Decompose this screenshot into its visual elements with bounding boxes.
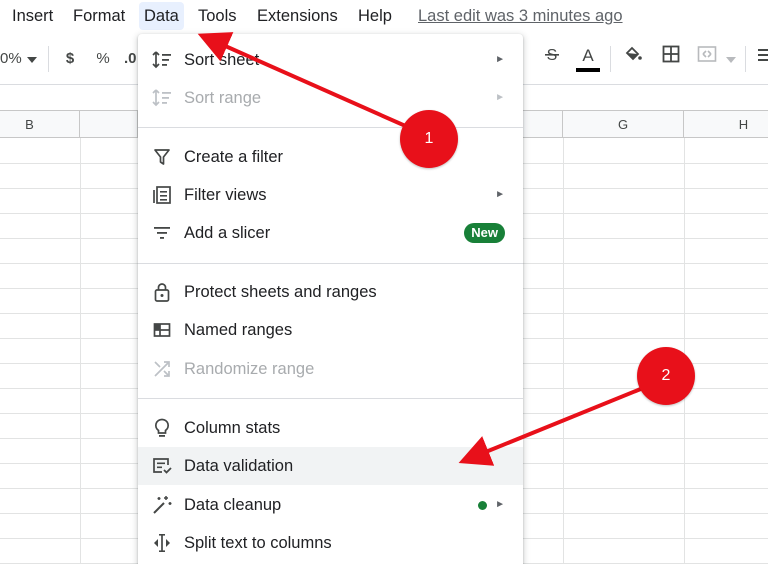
strikethrough-button[interactable]: S bbox=[540, 44, 564, 74]
menu-item-label: Sort range bbox=[184, 89, 262, 107]
merge-cells-icon bbox=[697, 46, 717, 62]
text-color-button[interactable]: A bbox=[574, 44, 602, 74]
menu-item-label: Named ranges bbox=[184, 321, 293, 339]
menu-separator bbox=[138, 127, 523, 128]
menu-item-label: Filter views bbox=[184, 186, 267, 204]
menu-item-data-validation[interactable]: Data validation bbox=[138, 447, 523, 485]
menu-item-protect-sheets[interactable]: Protect sheets and ranges bbox=[138, 273, 523, 311]
filter-icon bbox=[152, 147, 172, 167]
lightbulb-icon bbox=[152, 418, 172, 438]
align-button[interactable] bbox=[752, 44, 768, 74]
menu-data[interactable]: Data bbox=[139, 2, 184, 30]
column-header[interactable] bbox=[80, 111, 138, 138]
submenu-arrow-icon: ► bbox=[495, 499, 505, 510]
menu-item-label: Protect sheets and ranges bbox=[184, 283, 377, 301]
zoom-select[interactable]: 0% bbox=[0, 44, 22, 74]
submenu-arrow-icon: ► bbox=[495, 92, 505, 103]
submenu-arrow-icon: ► bbox=[495, 54, 505, 65]
currency-format-button[interactable]: $ bbox=[60, 44, 80, 74]
column-header-b[interactable]: B bbox=[0, 111, 80, 138]
fill-color-button[interactable] bbox=[620, 44, 646, 74]
menu-item-create-filter[interactable]: Create a filter bbox=[138, 138, 523, 176]
magic-wand-icon bbox=[152, 495, 172, 515]
sort-icon bbox=[152, 50, 172, 70]
menu-item-label: Randomize range bbox=[184, 360, 315, 378]
menu-item-label: Data cleanup bbox=[184, 496, 282, 514]
callout-badge-2: 2 bbox=[637, 347, 695, 405]
merge-dropdown-icon[interactable] bbox=[724, 44, 738, 74]
menu-extensions[interactable]: Extensions bbox=[252, 2, 343, 30]
menu-item-add-slicer[interactable]: Add a slicer New bbox=[138, 214, 523, 252]
status-dot bbox=[478, 501, 487, 510]
paint-bucket-icon bbox=[625, 46, 642, 61]
toolbar-divider bbox=[745, 46, 746, 72]
shuffle-icon bbox=[152, 359, 172, 379]
menu-item-sort-range[interactable]: Sort range ► bbox=[138, 79, 523, 117]
menu-separator bbox=[138, 398, 523, 399]
strikethrough-icon: S bbox=[545, 47, 559, 64]
menu-item-label: Sort sheet bbox=[184, 51, 260, 69]
data-validation-icon bbox=[152, 456, 172, 476]
grid-line bbox=[563, 138, 564, 564]
menu-item-data-cleanup[interactable]: Data cleanup ► bbox=[138, 486, 523, 524]
menu-item-label: Create a filter bbox=[184, 148, 284, 166]
menu-insert[interactable]: Insert bbox=[7, 2, 58, 30]
menu-tools[interactable]: Tools bbox=[193, 2, 242, 30]
sort-icon bbox=[152, 88, 172, 108]
percent-format-button[interactable]: % bbox=[92, 44, 114, 74]
merge-cells-button[interactable] bbox=[694, 44, 720, 74]
toolbar-divider bbox=[610, 46, 611, 72]
menu-item-label: Data validation bbox=[184, 457, 294, 475]
menu-separator bbox=[138, 263, 523, 264]
menu-item-label: Column stats bbox=[184, 419, 281, 437]
grid-line bbox=[80, 138, 81, 564]
zoom-dropdown-icon[interactable] bbox=[24, 44, 40, 74]
menu-item-filter-views[interactable]: Filter views ► bbox=[138, 176, 523, 214]
menu-bar: Insert Format Data Tools Extensions Help… bbox=[0, 0, 768, 32]
menu-item-randomize-range[interactable]: Randomize range bbox=[138, 350, 523, 388]
last-edit-link[interactable]: Last edit was 3 minutes ago bbox=[418, 2, 623, 30]
named-ranges-icon bbox=[152, 320, 172, 340]
text-color-letter: A bbox=[582, 46, 594, 65]
align-icon bbox=[758, 49, 768, 61]
borders-icon bbox=[662, 45, 680, 63]
slicer-icon bbox=[152, 223, 172, 243]
grid-line bbox=[684, 138, 685, 564]
text-color-swatch bbox=[576, 68, 600, 72]
column-header[interactable] bbox=[523, 111, 563, 138]
lock-icon bbox=[152, 282, 172, 302]
split-icon bbox=[152, 533, 172, 553]
menu-item-split-text[interactable]: Split text to columns bbox=[138, 524, 523, 562]
menu-item-label: Split text to columns bbox=[184, 534, 332, 552]
callout-badge-1: 1 bbox=[400, 110, 458, 168]
menu-item-sort-sheet[interactable]: Sort sheet ► bbox=[138, 41, 523, 79]
column-header-h[interactable]: H bbox=[684, 111, 768, 138]
filter-views-icon bbox=[152, 185, 172, 205]
menu-format[interactable]: Format bbox=[68, 2, 130, 30]
borders-button[interactable] bbox=[658, 44, 684, 74]
column-header-g[interactable]: G bbox=[563, 111, 684, 138]
menu-item-column-stats[interactable]: Column stats bbox=[138, 409, 523, 447]
menu-help[interactable]: Help bbox=[353, 2, 397, 30]
submenu-arrow-icon: ► bbox=[495, 189, 505, 200]
menu-item-label: Add a slicer bbox=[184, 224, 271, 242]
new-badge: New bbox=[464, 223, 505, 243]
data-menu-dropdown: Sort sheet ► Sort range ► Create a filte… bbox=[138, 34, 523, 564]
menu-item-named-ranges[interactable]: Named ranges bbox=[138, 311, 523, 349]
toolbar-divider bbox=[48, 46, 49, 72]
